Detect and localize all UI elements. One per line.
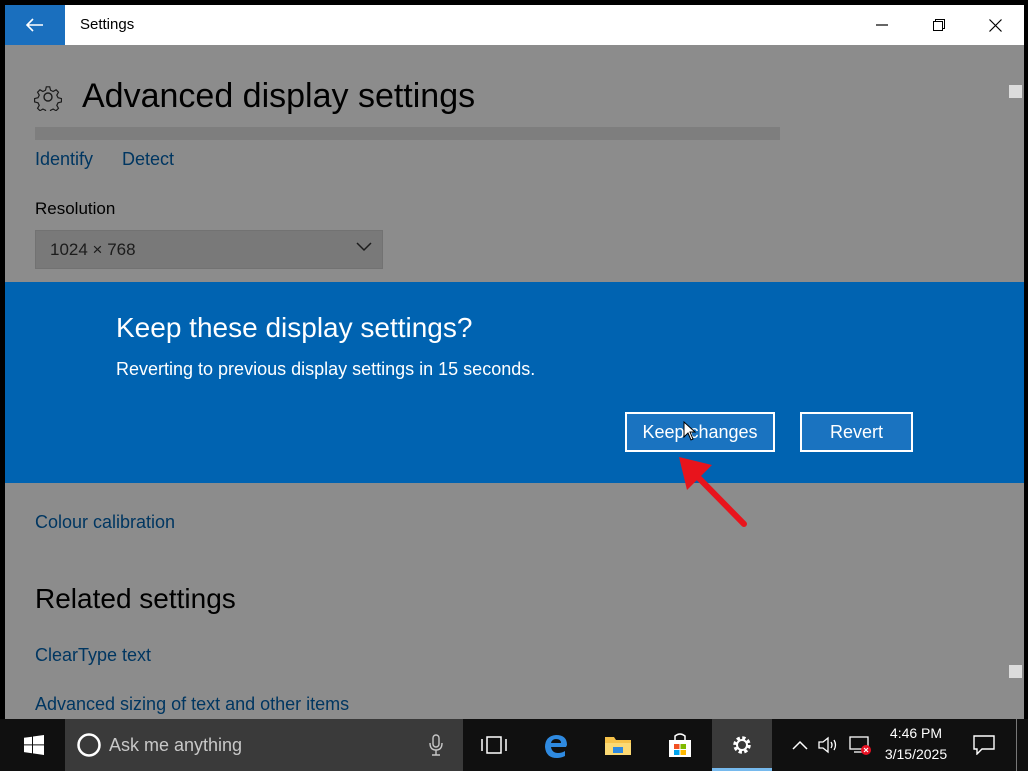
network-button[interactable]	[846, 719, 874, 771]
clock-date: 3/15/2025	[884, 746, 948, 762]
cortana-icon	[77, 733, 101, 757]
microphone-icon[interactable]	[429, 734, 443, 756]
title-bar: Settings	[5, 5, 1024, 45]
keep-changes-button[interactable]: Keep changes	[625, 412, 775, 452]
store-button[interactable]	[654, 719, 706, 771]
file-explorer-button[interactable]	[592, 719, 644, 771]
action-center-icon	[973, 735, 995, 755]
close-button[interactable]	[967, 5, 1024, 45]
store-icon	[669, 733, 691, 757]
taskbar: Ask me anything 4:46 PM 3/15/2025	[0, 719, 1028, 771]
network-icon	[849, 736, 871, 755]
minimize-button[interactable]	[853, 5, 910, 45]
volume-icon	[818, 736, 837, 754]
windows-start-icon	[24, 735, 44, 755]
dialog-title: Keep these display settings?	[116, 312, 473, 343]
keep-settings-dialog: Keep these display settings? Reverting t…	[5, 282, 1024, 483]
app-title: Settings	[80, 16, 135, 33]
task-view-icon	[481, 736, 507, 754]
search-box[interactable]: Ask me anything	[65, 719, 463, 771]
annotation-arrow-icon	[679, 457, 747, 527]
chevron-up-icon	[792, 740, 808, 750]
show-hidden-icons-button[interactable]	[788, 719, 812, 771]
restore-icon	[932, 19, 945, 31]
restore-button[interactable]	[910, 5, 967, 45]
clock-time: 4:46 PM	[889, 725, 943, 741]
settings-taskbar-button[interactable]	[712, 719, 772, 771]
close-icon	[989, 18, 1002, 32]
start-button[interactable]	[8, 719, 60, 771]
search-placeholder: Ask me anything	[109, 735, 243, 755]
show-desktop-divider[interactable]	[1016, 719, 1017, 771]
settings-gear-icon	[733, 736, 751, 754]
file-explorer-icon	[605, 737, 631, 755]
edge-button[interactable]	[530, 719, 582, 771]
revert-button[interactable]: Revert	[800, 412, 913, 452]
system-clock[interactable]: 4:46 PM 3/15/2025	[878, 723, 954, 765]
scroll-up-button[interactable]	[1009, 85, 1022, 98]
task-view-button[interactable]	[468, 719, 520, 771]
scroll-down-button[interactable]	[1009, 665, 1022, 678]
back-arrow-icon	[26, 18, 43, 32]
back-button[interactable]	[5, 5, 65, 45]
mouse-cursor-icon	[683, 421, 697, 441]
minimize-icon	[875, 24, 888, 26]
dialog-message: Reverting to previous display settings i…	[116, 359, 536, 379]
edge-icon	[545, 735, 567, 758]
volume-button[interactable]	[816, 719, 842, 771]
action-center-button[interactable]	[962, 719, 1006, 771]
